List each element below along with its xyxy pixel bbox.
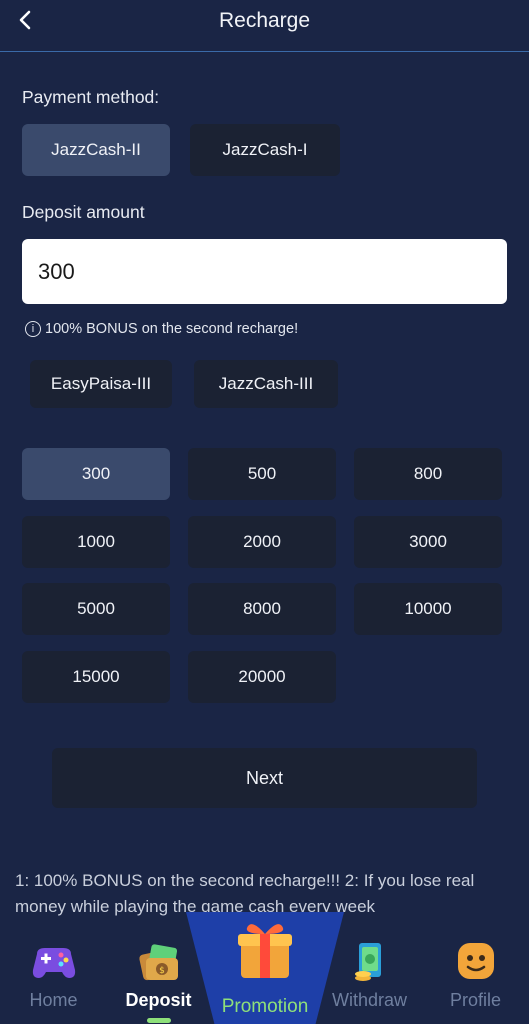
amount-option-1000[interactable]: 1000 <box>22 516 170 568</box>
channel-jazzcash-iii[interactable]: JazzCash-III <box>194 360 338 408</box>
amount-option-5000[interactable]: 5000 <box>22 583 170 635</box>
amount-option-20000[interactable]: 20000 <box>188 651 336 703</box>
deposit-amount-label: Deposit amount <box>22 202 145 222</box>
bonus-note: i 100% BONUS on the second recharge! <box>25 321 298 337</box>
avatar-face-icon <box>457 943 494 979</box>
money-icon <box>354 943 381 981</box>
amount-option-15000[interactable]: 15000 <box>22 651 170 703</box>
payment-method-label: Payment method: <box>22 87 160 107</box>
tab-home-label: Home <box>29 990 78 1010</box>
amount-option-800[interactable]: 800 <box>354 448 502 500</box>
gift-box-icon <box>238 924 292 978</box>
tab-profile-label: Profile <box>449 990 502 1010</box>
page-title: Recharge <box>218 9 311 32</box>
svg-text:$: $ <box>159 966 165 976</box>
tab-deposit-label: Deposit <box>125 990 192 1010</box>
tab-promotion-label: Promotion <box>221 996 309 1017</box>
tab-promotion[interactable]: Promotion <box>200 912 330 1024</box>
amount-option-3000[interactable]: 3000 <box>354 516 502 568</box>
amount-option-10000[interactable]: 10000 <box>354 583 502 635</box>
amount-option-300[interactable]: 300 <box>22 448 170 500</box>
wallet-icon: $ <box>138 944 178 981</box>
amount-option-8000[interactable]: 8000 <box>188 583 336 635</box>
tab-deposit[interactable]: $ Deposit <box>111 938 206 1024</box>
payment-method-jazzcash-i[interactable]: JazzCash-I <box>190 124 340 176</box>
tab-withdraw-label: Withdraw <box>331 990 407 1010</box>
amount-option-500[interactable]: 500 <box>188 448 336 500</box>
amount-option-2000[interactable]: 2000 <box>188 516 336 568</box>
tab-home[interactable]: Home <box>6 938 101 1024</box>
channel-easypaisa-iii[interactable]: EasyPaisa-III <box>30 360 172 408</box>
info-icon: i <box>25 321 41 337</box>
tab-profile[interactable]: Profile <box>428 938 523 1024</box>
deposit-amount-input[interactable] <box>22 239 507 304</box>
header: Recharge <box>0 0 529 52</box>
gamepad-icon <box>32 948 75 978</box>
tab-withdraw[interactable]: Withdraw <box>322 938 417 1024</box>
next-button[interactable]: Next <box>52 748 477 808</box>
payment-method-jazzcash-ii[interactable]: JazzCash-II <box>22 124 170 176</box>
active-tab-indicator <box>147 1018 171 1023</box>
bonus-note-text: 100% BONUS on the second recharge! <box>45 321 299 337</box>
